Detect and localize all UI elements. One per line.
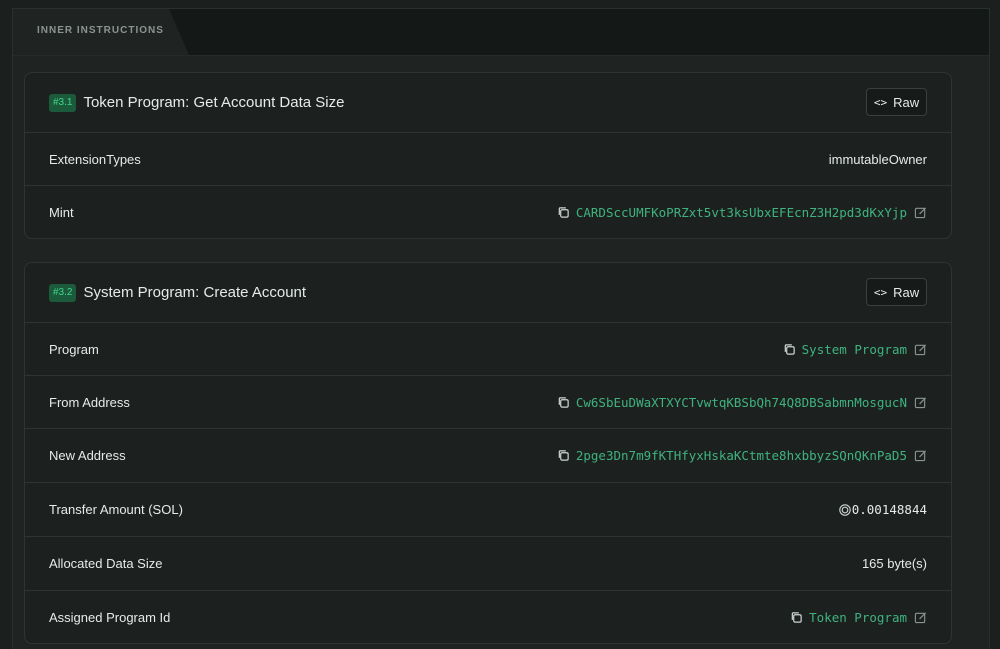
mint-address-link[interactable]: CARDSccUMFKoPRZxt5vt3ksUbxEFEcnZ3H2pd3dK… <box>576 205 907 220</box>
row-label: Program <box>49 341 99 357</box>
instruction-badge: #3.2 <box>49 283 77 302</box>
edit-icon[interactable] <box>914 396 927 409</box>
row-program: Program System Program <box>25 323 951 376</box>
row-value: immutableOwner <box>828 151 927 167</box>
row-new-address: New Address 2pge3Dn7m9fKTHfyxHskaKCtmte8… <box>25 429 951 483</box>
edit-icon[interactable] <box>914 343 927 356</box>
row-value: Token Program <box>790 610 927 625</box>
row-label: ExtensionTypes <box>49 151 141 167</box>
row-allocated-size: Allocated Data Size 165 byte(s) <box>25 537 951 591</box>
instruction-badge: #3.1 <box>49 93 77 112</box>
instruction-title: System Program: Create Account <box>83 284 307 301</box>
raw-button[interactable]: <> Raw <box>866 278 927 306</box>
sol-icon <box>838 503 851 516</box>
row-label: Transfer Amount (SOL) <box>49 502 183 517</box>
instruction-card-3-2: #3.2 System Program: Create Account <> R… <box>24 262 952 644</box>
edit-icon[interactable] <box>914 449 927 462</box>
row-label: New Address <box>49 448 126 463</box>
code-icon: <> <box>873 285 888 299</box>
instruction-title: Token Program: Get Account Data Size <box>83 94 345 111</box>
instruction-card-3-1: #3.1 Token Program: Get Account Data Siz… <box>24 72 952 239</box>
copy-icon[interactable] <box>783 343 796 356</box>
row-value: System Program <box>783 342 927 357</box>
from-address-link[interactable]: Cw6SbEuDWaXTXYCTvwtqKBSbQh74Q8DBSabmnMos… <box>576 395 907 410</box>
copy-icon[interactable] <box>557 449 570 462</box>
row-extension-types: ExtensionTypes immutableOwner <box>25 133 951 186</box>
row-value: 165 byte(s) <box>861 556 927 571</box>
transfer-amount-value: 0.00148844 <box>851 502 927 517</box>
row-from-address: From Address Cw6SbEuDWaXTXYCTvwtqKBSbQh7… <box>25 376 951 429</box>
copy-icon[interactable] <box>557 396 570 409</box>
row-label: Mint <box>49 204 74 220</box>
instruction-header: #3.1 Token Program: Get Account Data Siz… <box>25 73 951 133</box>
copy-icon[interactable] <box>790 611 803 624</box>
raw-button[interactable]: <> Raw <box>866 88 927 116</box>
program-link[interactable]: System Program <box>802 342 907 357</box>
instruction-header: #3.2 System Program: Create Account <> R… <box>25 263 951 323</box>
edit-icon[interactable] <box>914 611 927 624</box>
section-title: INNER INSTRUCTIONS <box>37 25 164 36</box>
row-mint: Mint CARDSccUMFKoPRZxt5vt3ksUbxEFEcnZ3H2… <box>25 186 951 238</box>
row-transfer-amount: Transfer Amount (SOL) 0.00148844 <box>25 483 951 537</box>
raw-button-label: Raw <box>893 94 920 110</box>
new-address-link[interactable]: 2pge3Dn7m9fKTHfyxHskaKCtmte8hxbbyzSQnQKn… <box>576 448 907 463</box>
row-label: From Address <box>49 394 130 410</box>
row-value: Cw6SbEuDWaXTXYCTvwtqKBSbQh74Q8DBSabmnMos… <box>557 395 927 410</box>
row-value: 2pge3Dn7m9fKTHfyxHskaKCtmte8hxbbyzSQnQKn… <box>557 448 927 463</box>
raw-button-label: Raw <box>893 284 920 300</box>
row-assigned-program: Assigned Program Id Token Program <box>25 591 951 643</box>
code-icon: <> <box>873 95 888 109</box>
row-value: 0.00148844 <box>838 502 927 517</box>
row-value: CARDSccUMFKoPRZxt5vt3ksUbxEFEcnZ3H2pd3dK… <box>557 205 927 220</box>
section-header: INNER INSTRUCTIONS <box>13 9 989 56</box>
edit-icon[interactable] <box>914 206 927 219</box>
row-label: Allocated Data Size <box>49 556 163 571</box>
row-label: Assigned Program Id <box>49 609 171 625</box>
assigned-program-link[interactable]: Token Program <box>809 610 907 625</box>
copy-icon[interactable] <box>557 206 570 219</box>
